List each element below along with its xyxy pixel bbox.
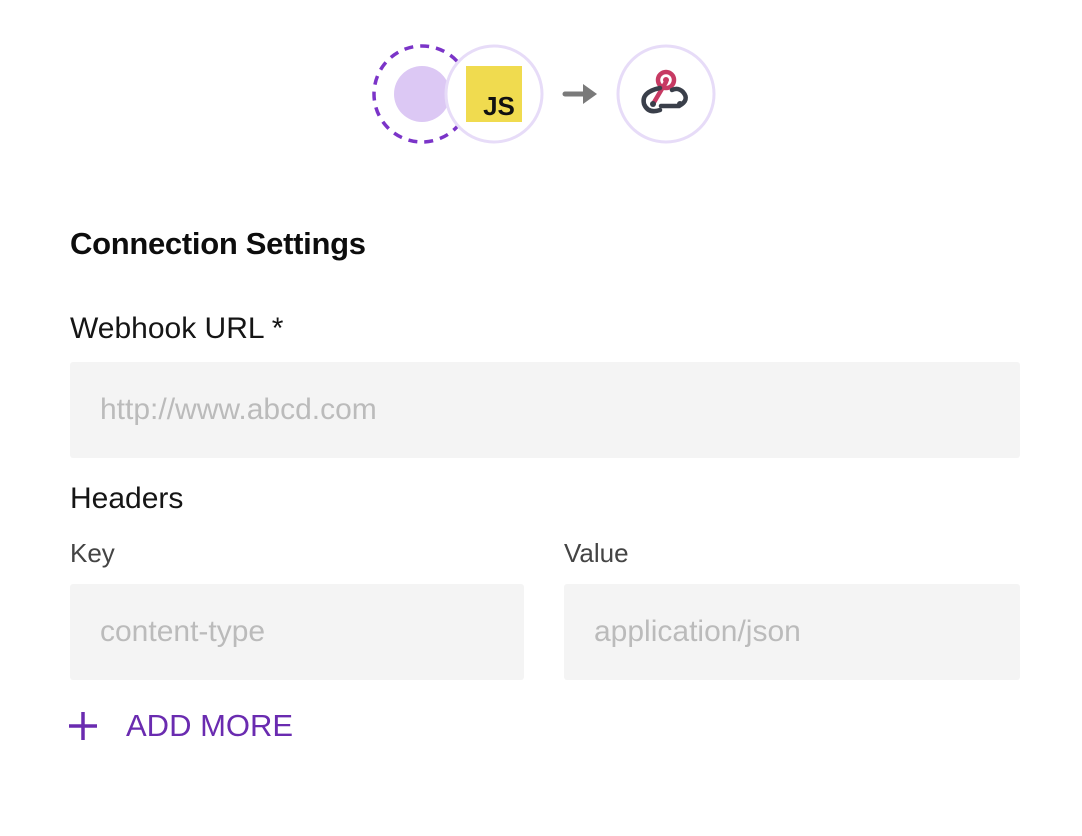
flow-diagram: JS — [372, 44, 716, 144]
arrow-right-icon — [562, 84, 597, 104]
plus-icon — [69, 712, 97, 740]
destination-node[interactable] — [616, 44, 716, 144]
javascript-icon: JS — [466, 66, 522, 122]
header-value-input[interactable] — [564, 584, 1020, 680]
header-key-input[interactable] — [70, 584, 524, 680]
add-more-button[interactable]: ADD MORE — [68, 708, 293, 744]
header-key-label: Key — [70, 538, 115, 568]
headers-label: Headers — [70, 482, 184, 515]
connection-flow: JS — [0, 0, 1082, 170]
javascript-icon-text: JS — [483, 91, 515, 121]
webhook-url-input[interactable] — [70, 362, 1020, 458]
add-more-label: ADD MORE — [126, 708, 294, 743]
section-title: Connection Settings — [70, 226, 366, 261]
transform-node[interactable]: JS — [444, 44, 544, 144]
webhook-url-label: Webhook URL * — [70, 312, 284, 345]
header-value-label: Value — [564, 538, 629, 568]
placeholder-circle-icon — [394, 66, 450, 122]
